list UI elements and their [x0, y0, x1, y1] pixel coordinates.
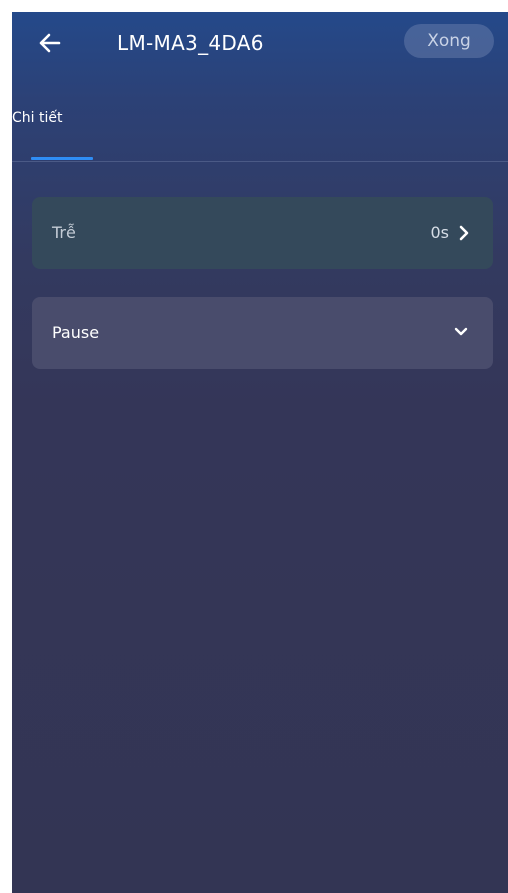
chevron-down-icon [454, 327, 468, 336]
delay-label: Trễ [52, 223, 76, 242]
app-screen: LM-MA3_4DA6 Xong Chi tiết Trễ 0s Pause [12, 12, 508, 893]
arrow-left-icon [39, 33, 61, 53]
back-button[interactable] [34, 27, 66, 59]
chevron-right-icon [459, 225, 469, 241]
header-bar: LM-MA3_4DA6 Xong [12, 12, 508, 74]
action-select[interactable]: Pause [32, 297, 493, 369]
page-title: LM-MA3_4DA6 [117, 31, 264, 55]
tab-active-indicator [31, 157, 93, 160]
delay-value: 0s [430, 223, 449, 242]
action-select-value: Pause [52, 323, 100, 342]
tab-divider [12, 161, 508, 162]
delay-row[interactable]: Trễ 0s [32, 197, 493, 269]
tab-details[interactable]: Chi tiết [12, 106, 62, 130]
done-button[interactable]: Xong [404, 24, 494, 58]
